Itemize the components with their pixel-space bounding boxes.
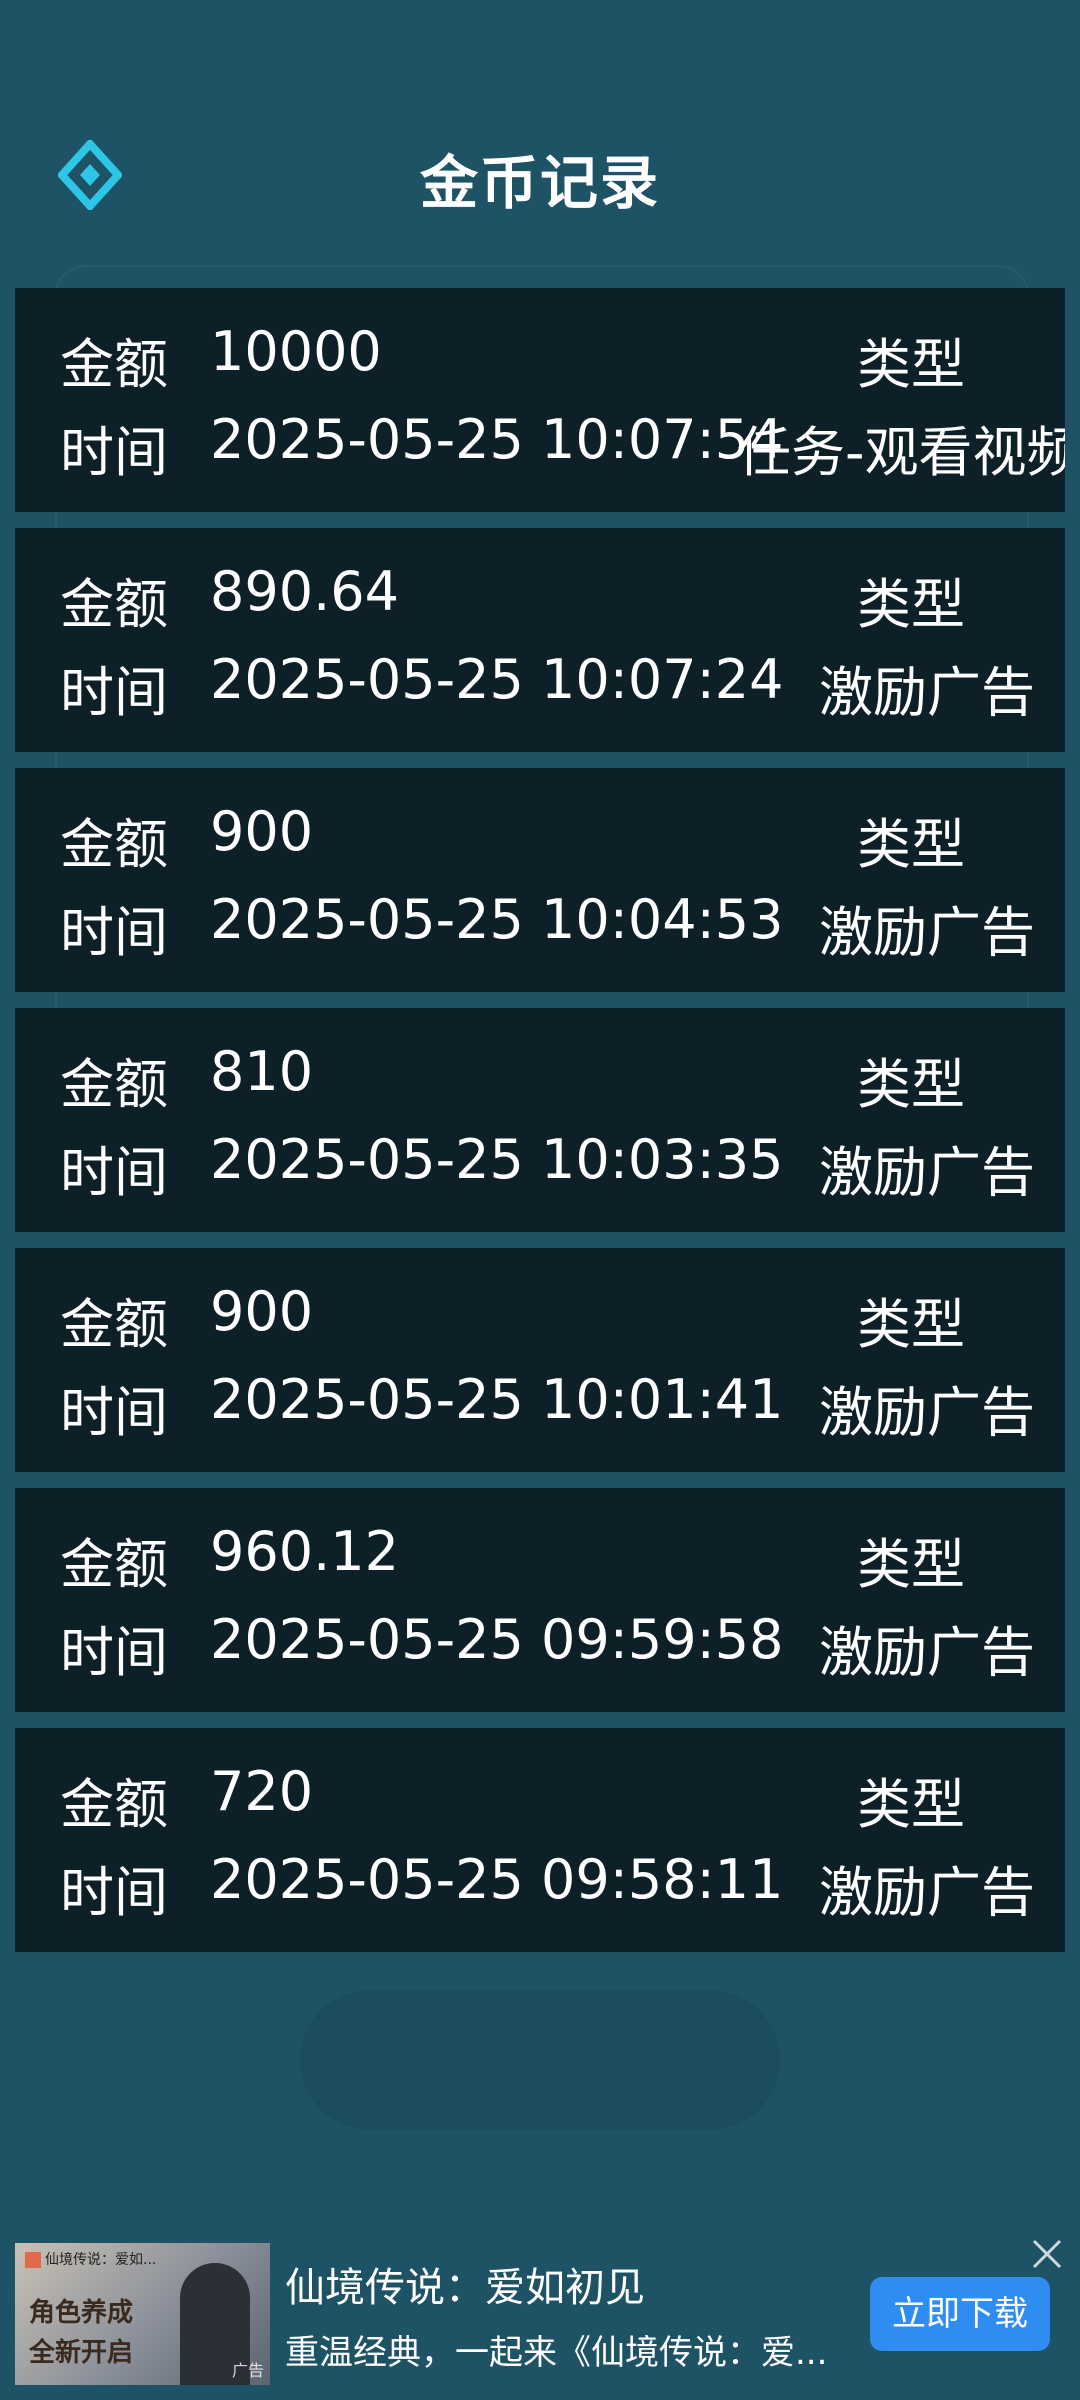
time-label: 时间 (60, 1861, 168, 1924)
app-icon (25, 2252, 41, 2268)
time-value: 2025-05-25 10:01:41 (210, 1368, 784, 1431)
coin-record-list: 金额 10000 类型 时间 2025-05-25 10:07:54 任务-观看视频 金额 8… (15, 288, 1065, 1968)
amount-label: 金额 (60, 1533, 168, 1596)
ad-banner[interactable]: 仙境传说：爱如... 角色养成 全新开启 广告 仙境传说：爱如初见 重温经典，一… (0, 2225, 1080, 2400)
type-label: 类型 (857, 333, 965, 396)
ad-tag: 广告 (231, 2361, 264, 2380)
record-card: 金额 10000 类型时间 2025-05-25 10:07:54 任务-观看视频 (15, 288, 1065, 512)
type-value: 激励广告 (819, 901, 1035, 964)
time-label: 时间 (60, 1381, 168, 1444)
amount-value: 960.12 (210, 1520, 399, 1583)
ad-thumb-art-line2: 全新开启 (29, 2338, 134, 2368)
amount-label: 金额 (60, 333, 168, 396)
time-value: 2025-05-25 10:04:53 (210, 888, 784, 951)
type-value: 激励广告 (819, 1141, 1035, 1204)
amount-value: 900 (210, 1280, 314, 1343)
type-value: 激励广告 (819, 661, 1035, 724)
record-card: 金额 720 类型时间 2025-05-25 09:58:11 激励广告 (15, 1728, 1065, 1952)
ad-thumb-caption: 仙境传说：爱如... (45, 2252, 157, 2268)
ad-thumbnail[interactable]: 仙境传说：爱如... 角色养成 全新开启 广告 (15, 2243, 270, 2385)
time-value: 2025-05-25 09:59:58 (210, 1608, 784, 1671)
amount-value: 900 (210, 800, 314, 863)
record-card: 金额 890.64 类型时间 2025-05-25 10:07:24 激励广告 (15, 528, 1065, 752)
record-card: 金额 810 类型时间 2025-05-25 10:03:35 激励广告 (15, 1008, 1065, 1232)
ad-description[interactable]: 重温经典，一起来《仙境传说：爱... (285, 2325, 855, 2374)
time-value: 2025-05-25 09:58:11 (210, 1848, 784, 1911)
type-label: 类型 (857, 813, 965, 876)
header: 金币记录 (0, 100, 1080, 250)
page-title: 金币记录 (419, 149, 660, 217)
download-button[interactable]: 立即下载 (870, 2277, 1050, 2351)
amount-value: 890.64 (210, 560, 399, 623)
time-value: 2025-05-25 10:03:35 (210, 1128, 784, 1191)
time-label: 时间 (60, 421, 168, 484)
amount-label: 金额 (60, 1773, 168, 1836)
type-value: 激励广告 (819, 1381, 1035, 1444)
record-card: 金额 900 类型时间 2025-05-25 10:04:53 激励广告 (15, 768, 1065, 992)
type-label: 类型 (857, 1293, 965, 1356)
amount-label: 金额 (60, 1293, 168, 1356)
background-button (300, 1990, 780, 2130)
amount-label: 金额 (60, 573, 168, 636)
time-label: 时间 (60, 1141, 168, 1204)
amount-label: 金额 (60, 813, 168, 876)
amount-value: 720 (210, 1760, 314, 1823)
time-value: 2025-05-25 10:07:54 (210, 408, 784, 471)
time-value: 2025-05-25 10:07:24 (210, 648, 784, 711)
type-label: 类型 (857, 1053, 965, 1116)
record-card: 金额 900 类型时间 2025-05-25 10:01:41 激励广告 (15, 1248, 1065, 1472)
time-label: 时间 (60, 1621, 168, 1684)
type-value: 激励广告 (819, 1621, 1035, 1684)
type-label: 类型 (857, 573, 965, 636)
time-label: 时间 (60, 901, 168, 964)
type-value: 激励广告 (819, 1861, 1035, 1924)
amount-label: 金额 (60, 1053, 168, 1116)
amount-value: 810 (210, 1040, 314, 1103)
close-icon[interactable] (1030, 2237, 1064, 2271)
ad-title[interactable]: 仙境传说：爱如初见 (285, 2255, 645, 2313)
type-value: 任务-观看视频 (737, 421, 1065, 484)
type-label: 类型 (857, 1533, 965, 1596)
record-card: 金额 960.12 类型时间 2025-05-25 09:59:58 激励广告 (15, 1488, 1065, 1712)
time-label: 时间 (60, 661, 168, 724)
type-label: 类型 (857, 1773, 965, 1836)
amount-value: 10000 (210, 320, 382, 383)
ad-thumb-art-line1: 角色养成 (29, 2298, 134, 2328)
